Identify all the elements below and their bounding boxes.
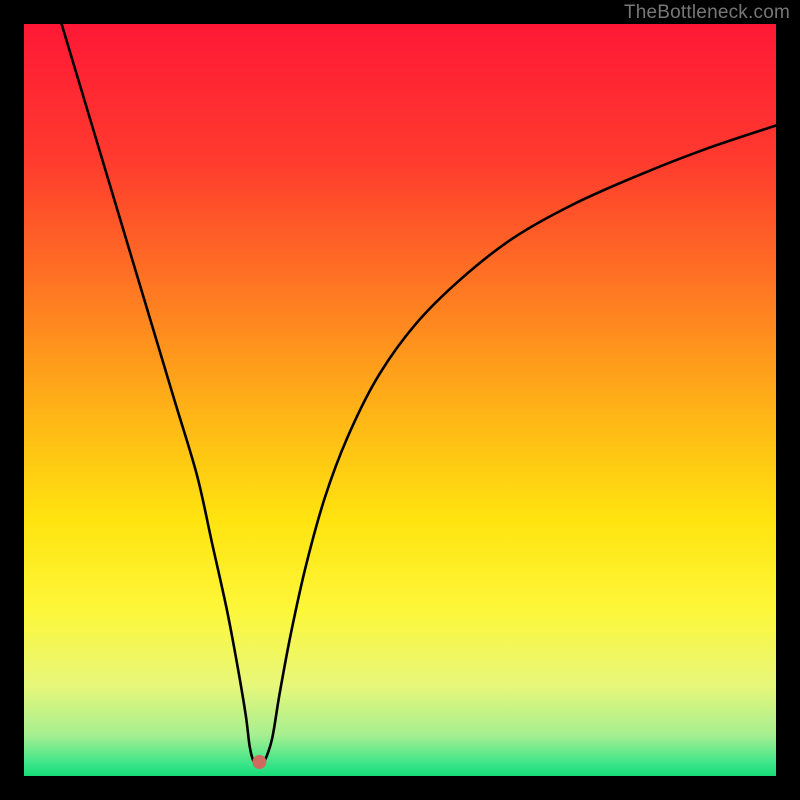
gradient-background (24, 24, 776, 776)
chart-svg (24, 24, 776, 776)
optimal-point-marker (252, 755, 266, 769)
chart-frame: TheBottleneck.com (0, 0, 800, 800)
watermark-text: TheBottleneck.com (624, 2, 790, 24)
plot-area (24, 24, 776, 776)
